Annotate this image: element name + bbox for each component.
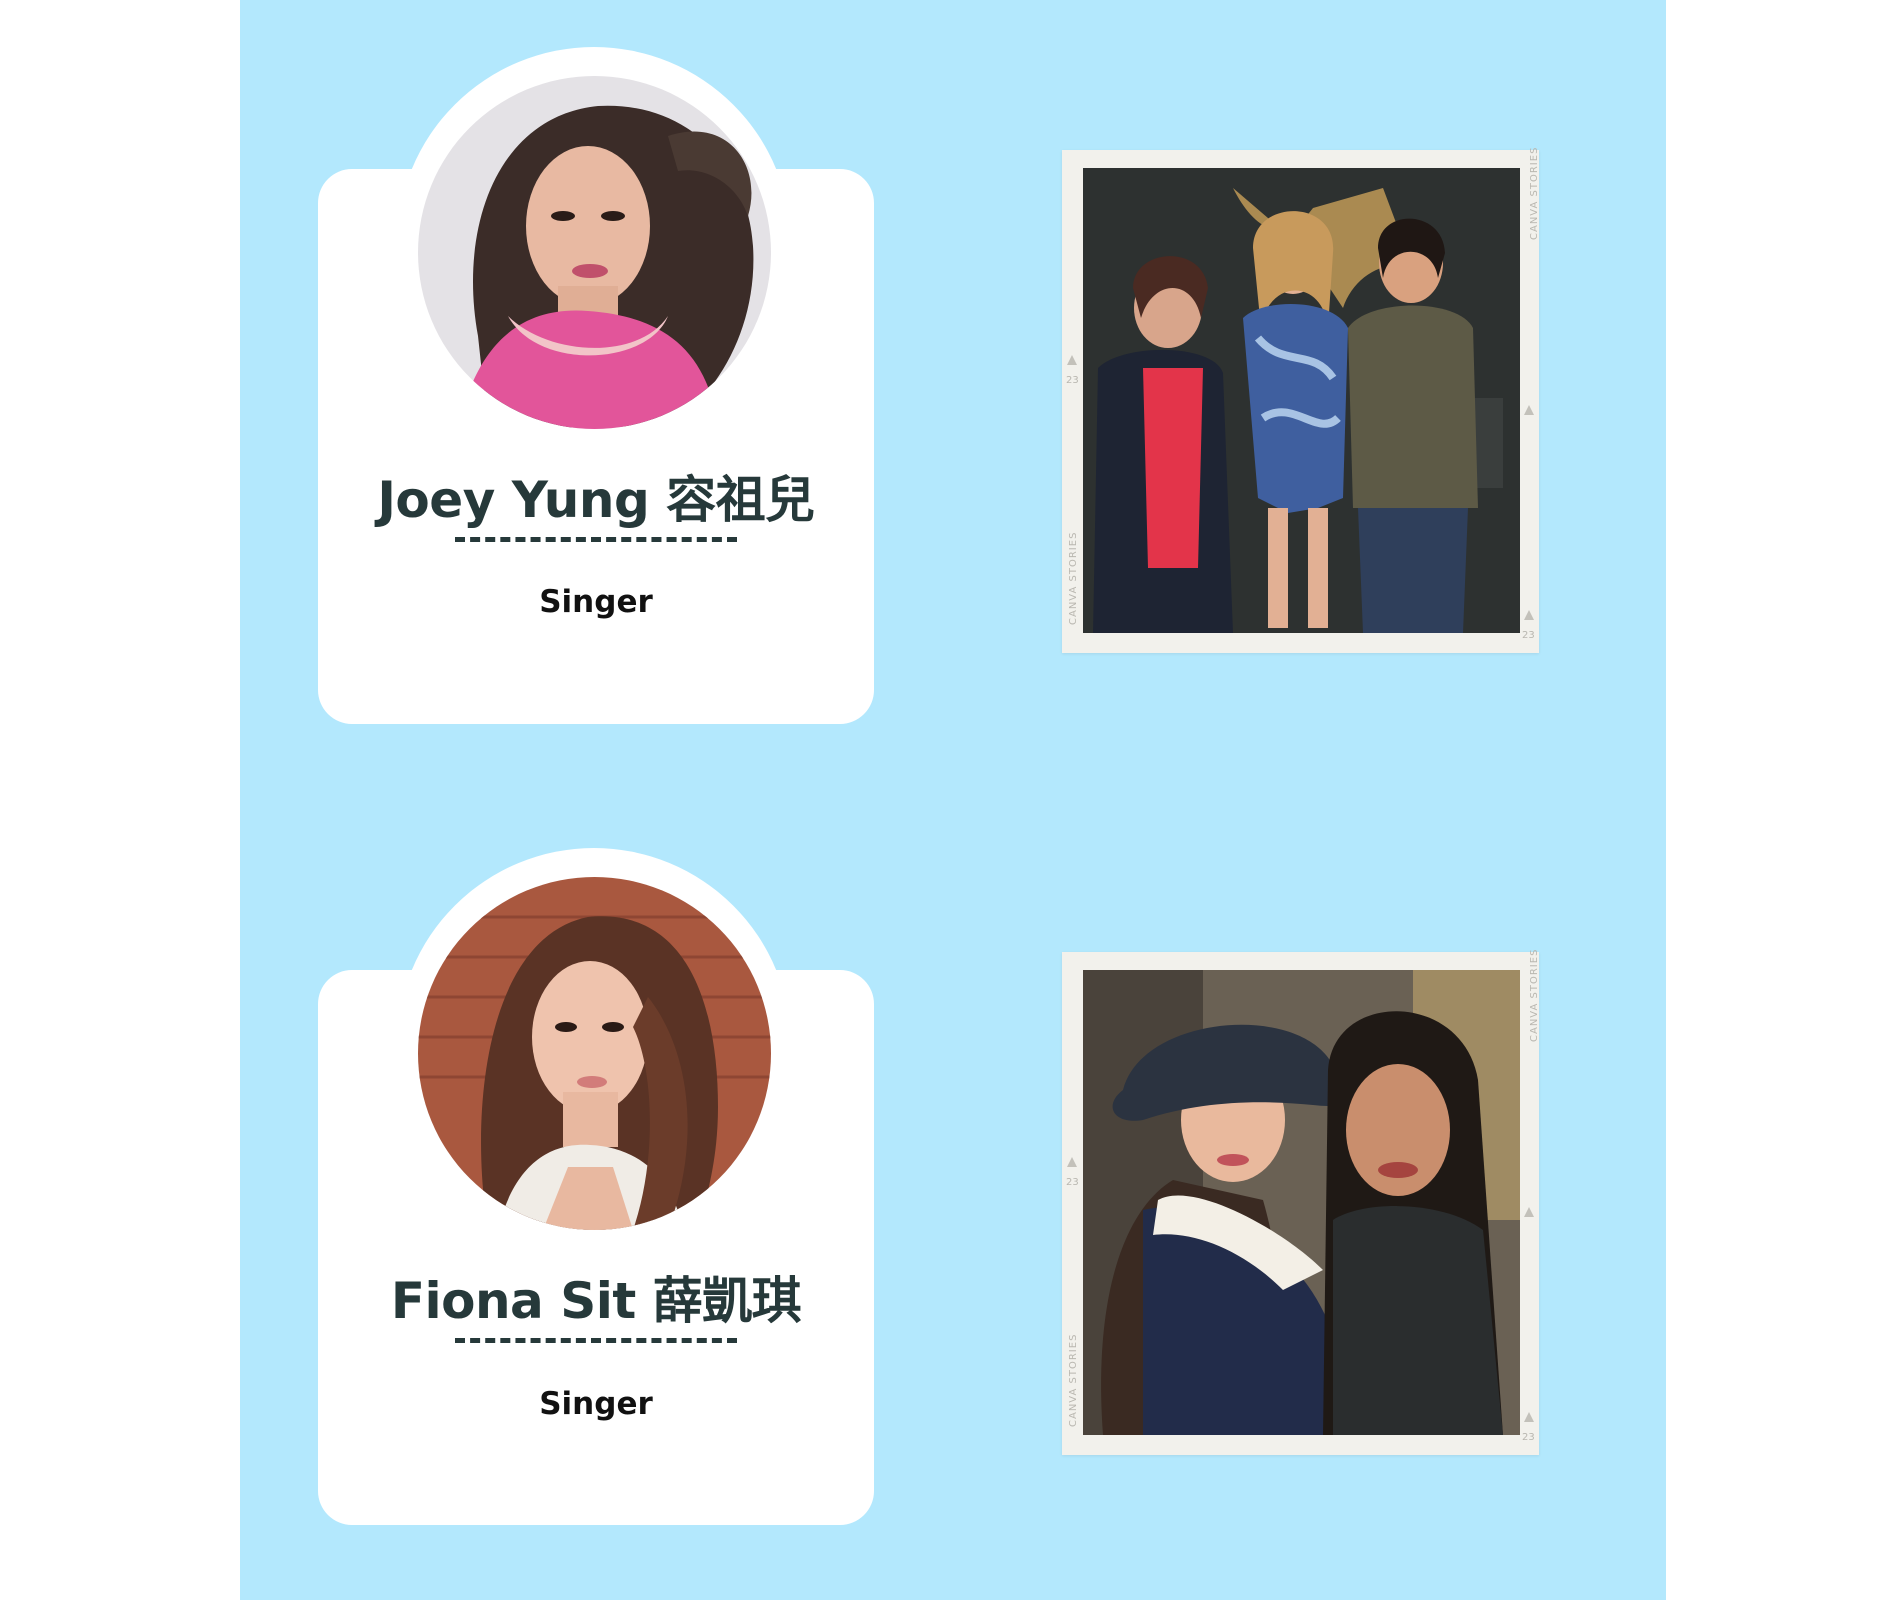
photo-two-friends <box>1083 970 1520 1435</box>
backstage-group-image <box>1083 168 1520 633</box>
portrait-image <box>418 76 771 429</box>
profile-name: Joey Yung 容祖兒 <box>377 471 815 529</box>
film-marker-icon <box>1524 405 1534 415</box>
name-divider <box>455 537 737 542</box>
portrait-image <box>418 877 771 1230</box>
film-brand-mark: CANVA STORIES <box>1068 531 1079 625</box>
film-marker-icon <box>1524 1412 1534 1422</box>
film-brand-mark: CANVA STORIES <box>1529 948 1540 1042</box>
profile-name: Fiona Sit 薛凱琪 <box>390 1272 802 1330</box>
polaroid-photo-1: CANVA STORIES CANVA STORIES 23 23 <box>1062 146 1540 653</box>
film-brand-mark: CANVA STORIES <box>1529 146 1540 240</box>
film-marker-icon <box>1524 1207 1534 1217</box>
avatar-joey-yung <box>418 76 771 429</box>
film-frame-number: 23 <box>1522 630 1535 641</box>
polaroid-photo-2: CANVA STORIES CANVA STORIES 23 23 <box>1062 948 1540 1455</box>
page-canvas: Joey Yung 容祖兒 Singer CANVA STORIES CANVA… <box>0 0 1900 1600</box>
film-brand-mark: CANVA STORIES <box>1068 1333 1079 1427</box>
film-marker-icon <box>1067 355 1077 365</box>
film-frame-number: 23 <box>1522 1432 1535 1443</box>
profile-role: Singer <box>539 1386 653 1422</box>
name-divider <box>455 1338 737 1343</box>
friends-selfie-image <box>1083 970 1520 1435</box>
photo-group-backstage <box>1083 168 1520 633</box>
film-frame-number: 23 <box>1066 1177 1079 1188</box>
film-marker-icon <box>1067 1157 1077 1167</box>
profile-role: Singer <box>539 584 653 620</box>
content-panel: Joey Yung 容祖兒 Singer CANVA STORIES CANVA… <box>240 0 1666 1600</box>
avatar-fiona-sit <box>418 877 771 1230</box>
film-marker-icon <box>1524 610 1534 620</box>
film-frame-number: 23 <box>1066 375 1079 386</box>
